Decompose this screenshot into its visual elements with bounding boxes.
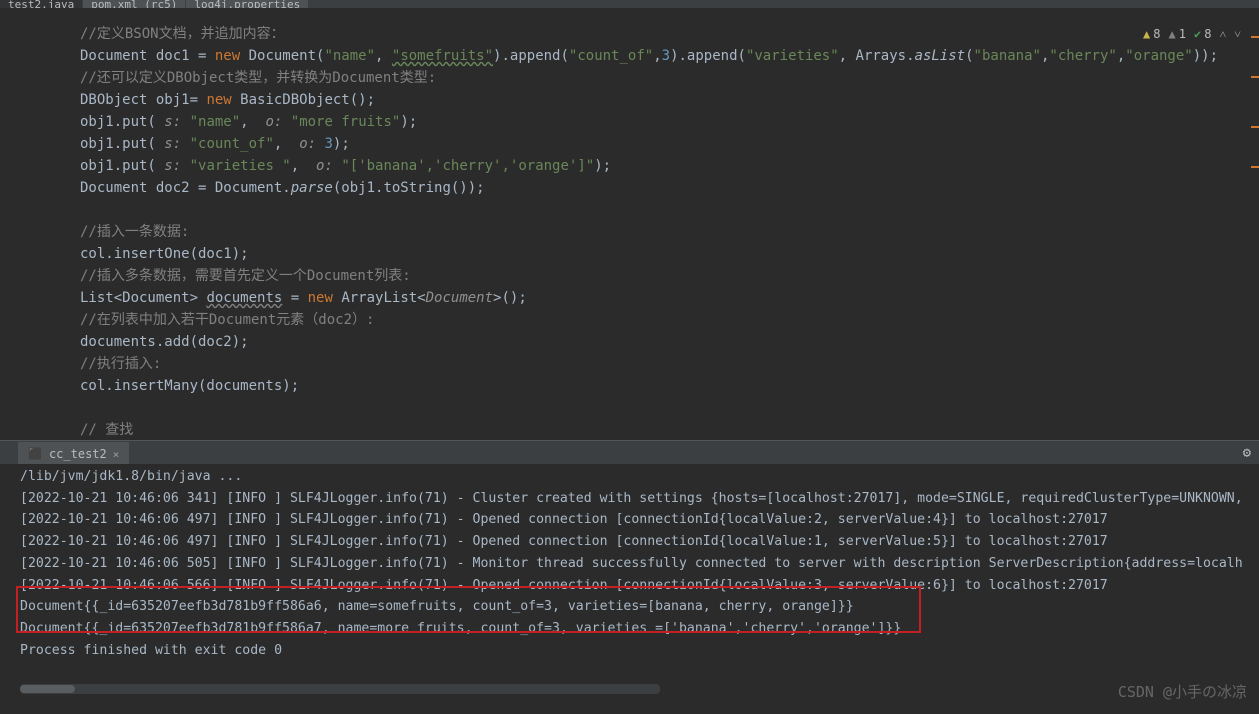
- code-line: //定义BSON文档，并追加内容：: [80, 23, 1259, 45]
- check-icon: ✔: [1194, 23, 1201, 45]
- error-icon: ▲: [1143, 23, 1150, 45]
- console-line: [2022-10-21 10:46:06 341] [INFO ] SLF4JL…: [20, 488, 1259, 510]
- console-tab-label: cc_test2: [49, 447, 107, 461]
- console-tab-bar: ⬛ cc_test2 × ⚙: [0, 440, 1259, 464]
- code-line: //插入多条数据，需要首先定义一个Document列表:: [80, 265, 1259, 287]
- code-line: col.insertMany(documents);: [80, 375, 1259, 397]
- code-line: //执行插入:: [80, 353, 1259, 375]
- warning-icon: ▲: [1169, 23, 1176, 45]
- code-editor[interactable]: ▲8 ▲1 ✔8 ˄ ˅ //定义BSON文档，并追加内容： Document …: [0, 8, 1259, 440]
- ok-count: 8: [1204, 23, 1211, 45]
- watermark: CSDN @小手の冰凉: [1118, 681, 1247, 702]
- error-count: 8: [1153, 23, 1160, 45]
- console-line: [2022-10-21 10:46:06 505] [INFO ] SLF4JL…: [20, 553, 1259, 575]
- code-line: obj1.put( s: "count_of", o: 3);: [80, 133, 1259, 155]
- code-line: List<Document> documents = new ArrayList…: [80, 287, 1259, 309]
- code-line: [80, 199, 1259, 221]
- code-line: //在列表中加入若干Document元素（doc2）:: [80, 309, 1259, 331]
- gear-icon[interactable]: ⚙: [1243, 445, 1251, 461]
- console-line: Document{{_id=635207eefb3d781b9ff586a7, …: [20, 618, 1259, 640]
- tab-pom[interactable]: pom.xml (rc5): [83, 0, 185, 8]
- code-line: obj1.put( s: "varieties ", o: "['banana'…: [80, 155, 1259, 177]
- chevron-down-icon[interactable]: ˅: [1234, 23, 1241, 45]
- console-line: Process finished with exit code 0: [20, 640, 1259, 662]
- code-line: DBObject obj1= new BasicDBObject();: [80, 89, 1259, 111]
- console-output[interactable]: /lib/jvm/jdk1.8/bin/java ... [2022-10-21…: [0, 464, 1259, 694]
- run-icon: ⬛: [28, 447, 43, 461]
- editor-scrollbar[interactable]: [1251, 16, 1259, 436]
- tab-log4j[interactable]: log4j.properties: [186, 0, 308, 8]
- code-line: obj1.put( s: "name", o: "more fruits");: [80, 111, 1259, 133]
- console-scrollbar[interactable]: [20, 684, 660, 694]
- code-line: col.insertOne(doc1);: [80, 243, 1259, 265]
- console-line: Document{{_id=635207eefb3d781b9ff586a6, …: [20, 596, 1259, 618]
- code-line: documents.add(doc2);: [80, 331, 1259, 353]
- warning-count: 1: [1179, 23, 1186, 45]
- console-line: /lib/jvm/jdk1.8/bin/java ...: [20, 466, 1259, 488]
- inspection-indicators[interactable]: ▲8 ▲1 ✔8 ˄ ˅: [1143, 23, 1241, 45]
- tab-test2[interactable]: test2.java: [0, 0, 82, 8]
- console-line: [2022-10-21 10:46:06 497] [INFO ] SLF4JL…: [20, 531, 1259, 553]
- code-line: Document doc1 = new Document("name", "so…: [80, 45, 1259, 67]
- close-icon[interactable]: ×: [113, 448, 120, 461]
- code-line: //还可以定义DBObject类型，并转换为Document类型:: [80, 67, 1259, 89]
- scrollbar-thumb[interactable]: [20, 685, 75, 693]
- code-line: // 查找: [80, 419, 1259, 441]
- console-line: [2022-10-21 10:46:06 497] [INFO ] SLF4JL…: [20, 509, 1259, 531]
- console-tab[interactable]: ⬛ cc_test2 ×: [18, 442, 129, 464]
- editor-tabs: test2.java pom.xml (rc5) log4j.propertie…: [0, 0, 1259, 8]
- code-line: Document doc2 = Document.parse(obj1.toSt…: [80, 177, 1259, 199]
- code-line: //插入一条数据:: [80, 221, 1259, 243]
- chevron-up-icon[interactable]: ˄: [1219, 23, 1226, 45]
- console-line: [2022-10-21 10:46:06 566] [INFO ] SLF4JL…: [20, 575, 1259, 597]
- code-line: [80, 397, 1259, 419]
